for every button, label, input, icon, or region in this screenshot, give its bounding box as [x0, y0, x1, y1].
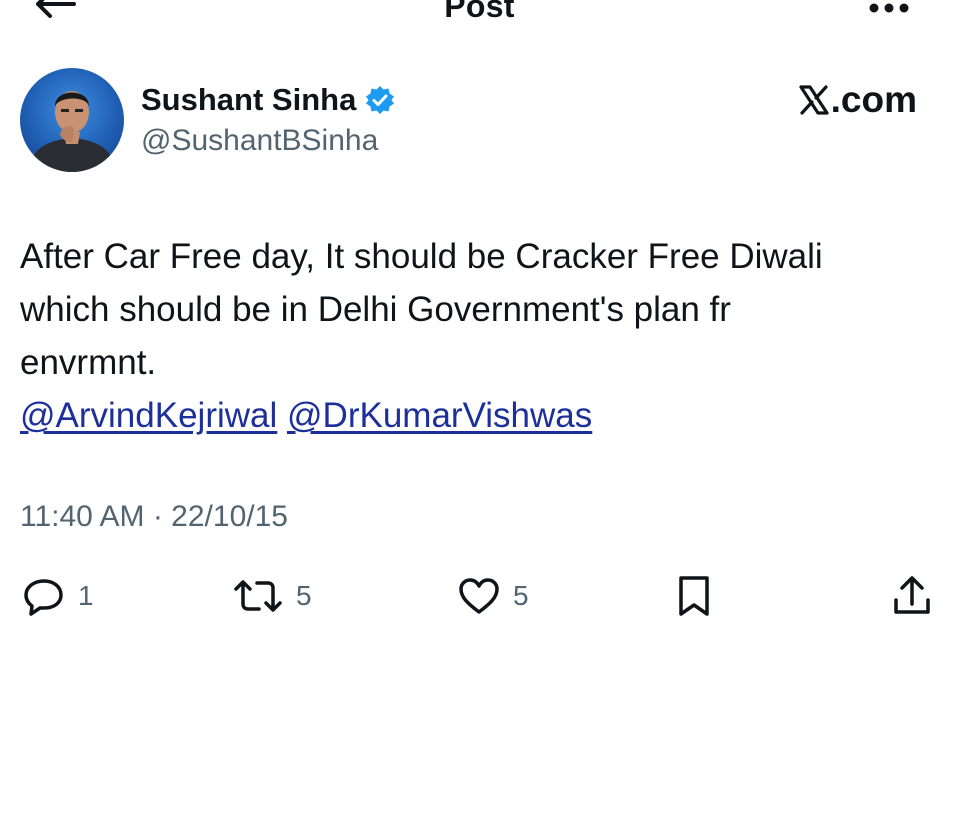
- reply-button[interactable]: 1: [22, 572, 94, 620]
- like-button[interactable]: 5: [457, 572, 529, 620]
- tweet-line: which should be in Delhi Government's pl…: [20, 290, 731, 329]
- share-icon: [894, 576, 930, 614]
- tweet-text: After Car Free day, It should be Cracker…: [20, 230, 930, 442]
- author-name-row: Sushant Sinha: [141, 78, 395, 122]
- mention-link[interactable]: @DrKumarVishwas: [287, 396, 592, 435]
- post-view: Post Sushant Sinha @SushantBSinha .com A…: [0, 0, 959, 840]
- author-handle[interactable]: @SushantBSinha: [141, 124, 395, 158]
- repost-button[interactable]: 5: [232, 572, 312, 620]
- mention-link[interactable]: @ArvindKejriwal: [20, 396, 277, 435]
- ellipsis-icon: [869, 3, 909, 13]
- author-name[interactable]: Sushant Sinha: [141, 82, 356, 118]
- avatar[interactable]: [20, 68, 124, 172]
- verified-badge-icon: [366, 86, 395, 114]
- x-logo-icon: [799, 85, 829, 115]
- repost-count: 5: [296, 580, 312, 611]
- reply-count: 1: [78, 580, 94, 611]
- more-options-button[interactable]: [866, 0, 912, 18]
- top-bar: Post: [0, 0, 959, 40]
- x-com-label: .com: [830, 79, 917, 120]
- repost-icon: [234, 580, 282, 612]
- tweet-line: envrmnt.: [20, 343, 157, 382]
- bookmark-icon: [679, 576, 709, 616]
- post-timestamp[interactable]: 11:40 AM · 22/10/15: [20, 500, 288, 534]
- heart-icon: [459, 578, 499, 614]
- tweet-mentions: @ArvindKejriwal @DrKumarVishwas: [20, 389, 930, 442]
- share-button[interactable]: [890, 572, 934, 620]
- page-title: Post: [444, 0, 515, 24]
- like-count: 5: [513, 580, 529, 611]
- author-block: Sushant Sinha @SushantBSinha: [141, 78, 395, 158]
- tweet-line: After Car Free day, It should be Cracker…: [20, 237, 823, 276]
- action-bar: 1 5 5: [0, 572, 959, 620]
- profile-photo-icon: [28, 91, 116, 172]
- x-com-watermark: .com: [799, 78, 917, 122]
- reply-icon: [24, 579, 63, 616]
- bookmark-button[interactable]: [676, 572, 712, 620]
